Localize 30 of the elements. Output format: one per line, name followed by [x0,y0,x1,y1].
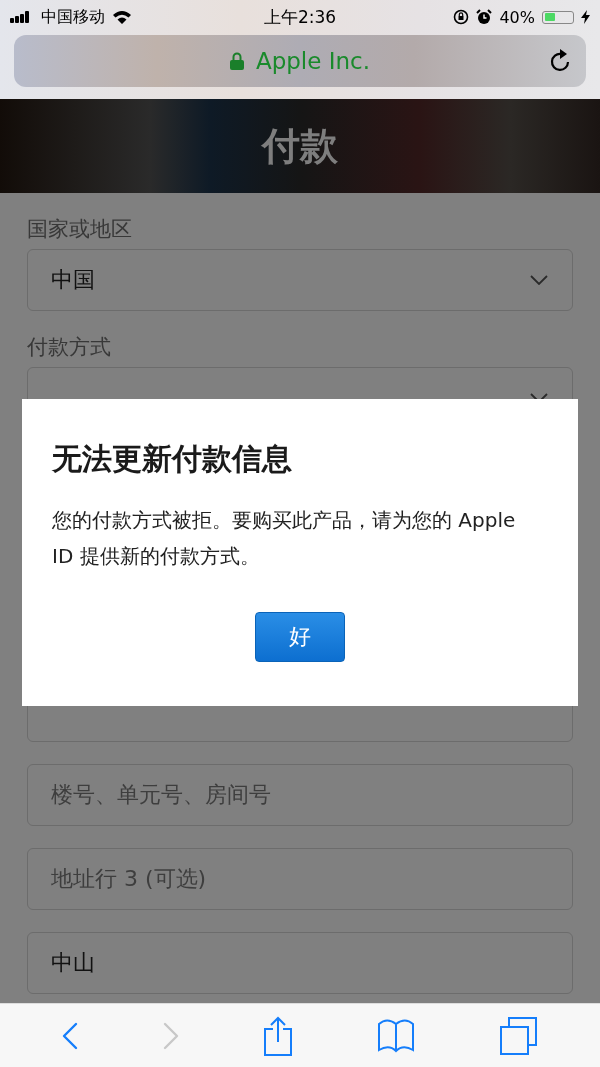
book-icon[interactable] [377,1017,416,1054]
reload-icon[interactable] [550,49,572,73]
input-field[interactable]: 中山 [27,932,573,994]
rotation-lock-icon [453,9,470,25]
carrier-name: 中国移动 [41,6,105,28]
select-value: 中国 [51,266,95,294]
select-field[interactable]: 中国 [27,249,573,311]
share-icon[interactable] [262,1015,293,1056]
alarm-icon [476,9,493,25]
page-title: 付款 [262,122,338,170]
wifi-icon [112,10,132,24]
back-icon[interactable] [62,1021,79,1050]
field-label: 付款方式 [27,334,112,361]
dialog-message: 您的付款方式被拒。要购买此产品，请为您的 Apple ID 提供新的付款方式。 [52,507,517,570]
clock-time: 上午2:36 [263,5,337,29]
tabs-icon[interactable] [499,1016,538,1055]
field-label: 国家或地区 [27,216,133,243]
battery-percent: 40% [499,7,535,27]
lock-icon [229,52,244,70]
input-field[interactable]: 楼号、单元号、房间号 [27,764,573,826]
charging-bolt-icon [581,10,590,24]
input-field[interactable]: 地址行 3 (可选) [27,848,573,910]
chevron-down-icon [530,275,548,285]
field-placeholder: 地址行 3 (可选) [51,865,207,893]
site-name: Apple Inc. [255,48,371,74]
field-value: 中山 [51,949,95,977]
field-placeholder: 楼号、单元号、房间号 [51,781,271,809]
battery-icon [542,10,574,24]
ok-button[interactable]: 好 [255,612,345,662]
dialog-title: 无法更新付款信息 [52,440,293,478]
